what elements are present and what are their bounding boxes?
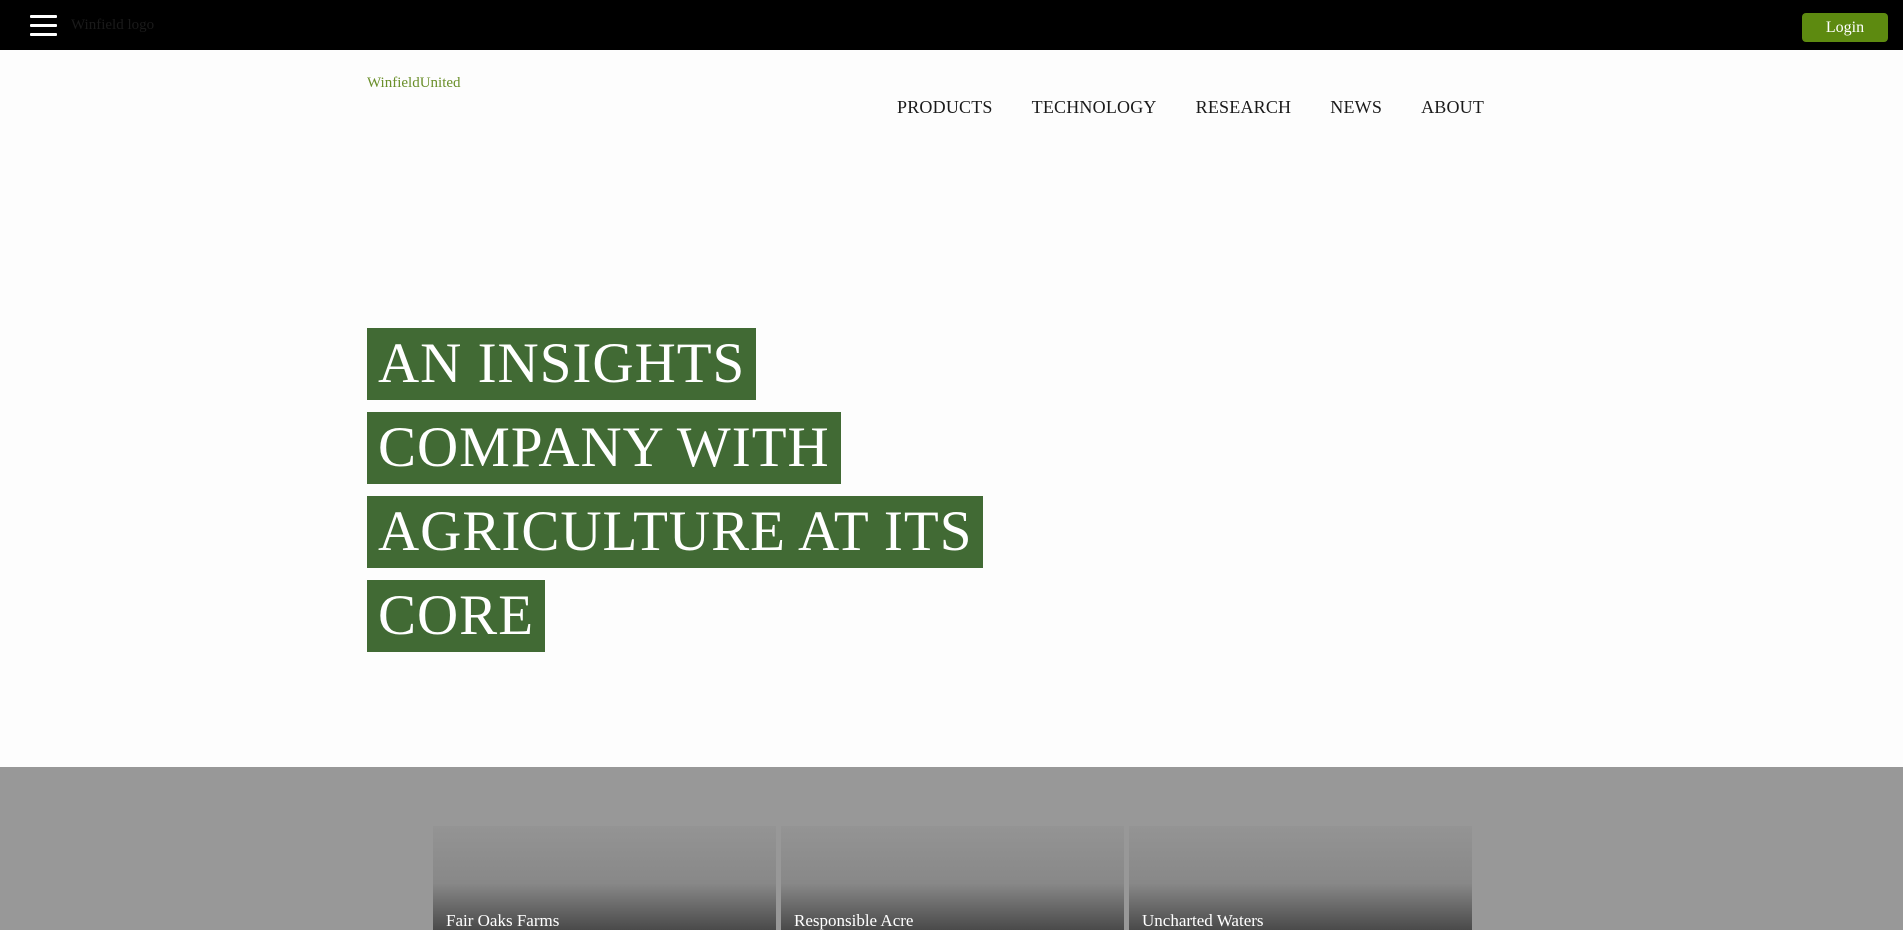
nav-research[interactable]: RESEARCH xyxy=(1196,97,1292,118)
brand-logo[interactable]: WinfieldUnited xyxy=(367,75,461,92)
card-uncharted-waters[interactable]: Uncharted Waters xyxy=(1129,826,1472,930)
hero-line-3: AGRICULTURE AT ITS xyxy=(367,496,984,568)
hero-line-4: CORE xyxy=(367,580,546,652)
hamburger-menu-icon[interactable] xyxy=(30,15,57,36)
card-responsible-acre[interactable]: Responsible Acre xyxy=(781,826,1124,930)
card-title: Fair Oaks Farms xyxy=(446,911,560,930)
nav-products[interactable]: PRODUCTS xyxy=(897,97,993,118)
card-title: Uncharted Waters xyxy=(1142,911,1264,930)
nav-technology[interactable]: TECHNOLOGY xyxy=(1032,97,1157,118)
login-button[interactable]: Login xyxy=(1802,13,1888,42)
site-header: WinfieldUnited PRODUCTS TECHNOLOGY RESEA… xyxy=(0,50,1903,160)
hero-heading: AN INSIGHTS COMPANY WITH AGRICULTURE AT … xyxy=(367,328,984,664)
nav-news[interactable]: NEWS xyxy=(1330,97,1382,118)
top-bar: Winfield logo Login xyxy=(0,0,1903,50)
hero-line-1: AN INSIGHTS xyxy=(367,328,757,400)
winfield-logo-alt-text[interactable]: Winfield logo xyxy=(71,17,154,34)
card-fair-oaks-farms[interactable]: Fair Oaks Farms xyxy=(433,826,776,930)
card-title: Responsible Acre xyxy=(794,911,914,930)
main-nav: PRODUCTS TECHNOLOGY RESEARCH NEWS ABOUT xyxy=(897,97,1484,118)
hero-line-2: COMPANY WITH xyxy=(367,412,841,484)
nav-about[interactable]: ABOUT xyxy=(1421,97,1484,118)
